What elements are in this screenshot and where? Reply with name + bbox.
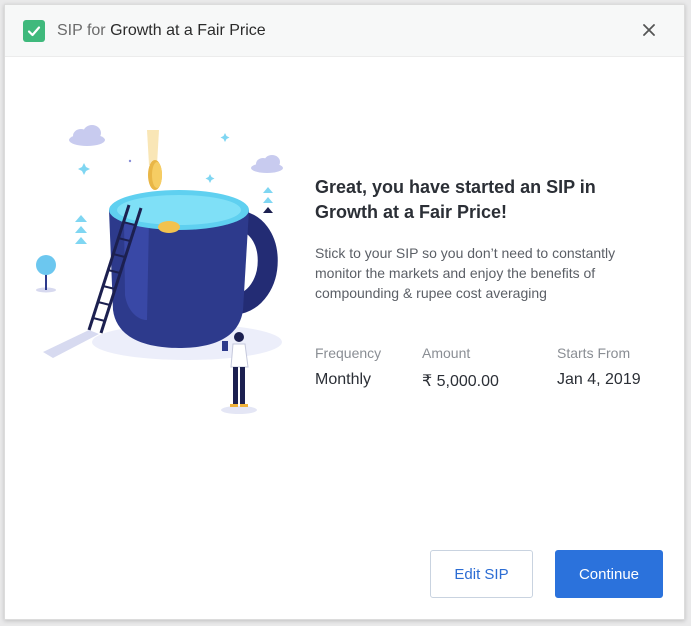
- detail-label: Frequency: [315, 345, 382, 361]
- edit-sip-button[interactable]: Edit SIP: [430, 550, 533, 598]
- detail-value: ₹ 5,000.00: [422, 373, 499, 390]
- sip-mug-illustration: [36, 125, 283, 414]
- checkmark-icon: [23, 19, 45, 42]
- sip-success-dialog: SIP for Growth at a Fair Price Great, yo…: [4, 4, 685, 620]
- cloud-icon: [69, 125, 105, 146]
- detail-value: Monthly: [315, 371, 372, 388]
- confirmation-description: Stick to your SIP so you don’t need to c…: [315, 245, 616, 301]
- detail-amount: Amount ₹ 5,000.00: [422, 345, 557, 391]
- confirmation-content: Great, you have started an SIP in Growth…: [315, 175, 655, 391]
- title-fund-name: Growth at a Fair Price: [110, 21, 266, 39]
- dialog-header: SIP for Growth at a Fair Price: [5, 5, 684, 57]
- detail-frequency: Frequency Monthly: [315, 345, 422, 391]
- detail-label: Amount: [422, 345, 471, 361]
- close-icon[interactable]: [640, 21, 658, 39]
- title-prefix: SIP for: [57, 21, 106, 39]
- continue-button[interactable]: Continue: [555, 550, 663, 598]
- detail-label: Starts From: [557, 345, 631, 361]
- dialog-title: SIP for Growth at a Fair Price: [57, 22, 266, 40]
- cloud-icon: [251, 155, 283, 173]
- detail-start-date: Starts From Jan 4, 2019: [557, 345, 641, 391]
- confirmation-headline: Great, you have started an SIP in Growth…: [315, 177, 596, 222]
- sip-details: Frequency Monthly Amount ₹ 5,000.00 Star…: [315, 345, 655, 391]
- detail-value: Jan 4, 2019: [557, 371, 641, 388]
